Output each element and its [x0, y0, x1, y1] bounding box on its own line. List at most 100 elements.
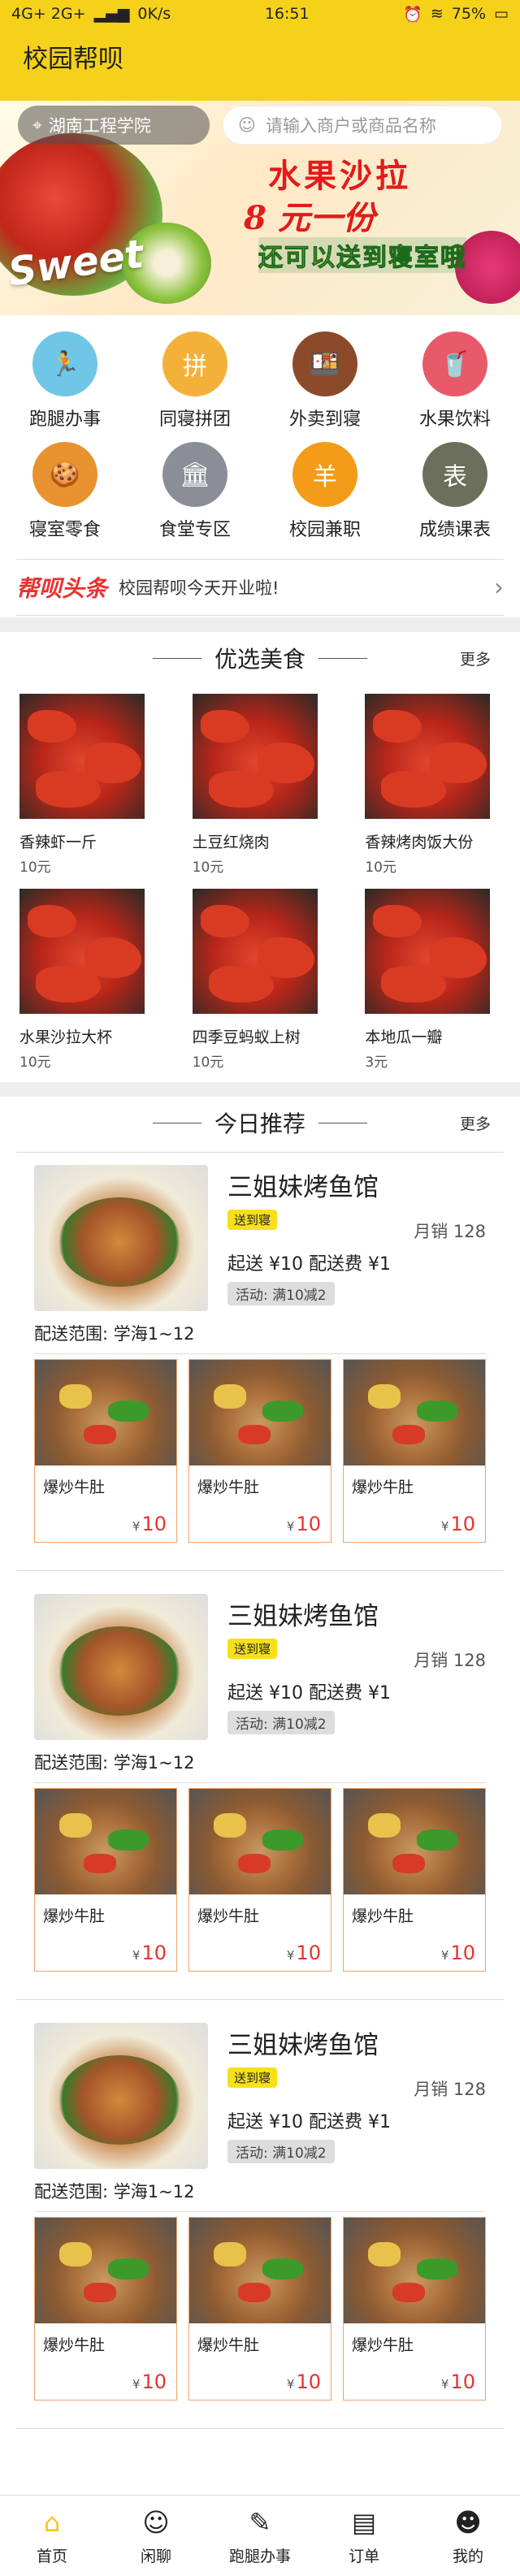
network-indicator: 4G+ 2G+: [11, 5, 86, 23]
currency-symbol: ¥: [440, 2377, 449, 2392]
headline-text: 校园帮呗今天开业啦!: [119, 578, 280, 598]
dish-card[interactable]: 爆炒牛肚 ¥10: [343, 1359, 486, 1543]
category-item[interactable]: 🏛 食堂专区: [130, 442, 260, 552]
drink-icon: 🥤: [422, 331, 488, 396]
monthly-sales: 月销 128: [414, 2080, 486, 2099]
dish-image: [189, 2218, 331, 2323]
dish-image: [35, 2218, 176, 2323]
food-image: [192, 889, 318, 1014]
tab-profile[interactable]: ☻ 我的: [416, 2496, 520, 2576]
category-item[interactable]: 表 成绩课表: [390, 442, 520, 552]
dish-row: 爆炒牛肚 ¥10 爆炒牛肚 ¥10 爆炒牛肚 ¥10: [0, 1354, 520, 1543]
promo-badge: 活动: 满10减2: [228, 2140, 335, 2163]
home-icon: ⌂: [43, 2507, 61, 2538]
dish-card[interactable]: 爆炒牛肚 ¥10: [34, 2217, 177, 2401]
recommend-more-link[interactable]: 更多: [460, 1112, 491, 1134]
battery-level: 75%: [451, 5, 487, 23]
dish-card[interactable]: 爆炒牛肚 ¥10: [188, 1788, 332, 1972]
category-item[interactable]: 羊 校园兼职: [260, 442, 390, 552]
featured-title: 优选美食: [214, 646, 306, 673]
tab-chat[interactable]: ☺ 闲聊: [104, 2496, 208, 2576]
title-line-right: [318, 657, 367, 659]
category-label: 外卖到寝: [288, 409, 361, 430]
food-name: 香辣烤肉饭大份: [365, 833, 474, 851]
location-selector[interactable]: ⌖ 湖南工程学院: [18, 106, 210, 145]
dish-card[interactable]: 爆炒牛肚 ¥10: [34, 1788, 177, 1972]
dish-price-value: 10: [450, 2370, 475, 2393]
food-card[interactable]: 四季豆蚂蚁上树 10元: [192, 889, 328, 1084]
min-order: 起送 ¥10: [228, 1683, 303, 1704]
dish-price: ¥10: [441, 2370, 475, 2393]
errand-icon: 🏃: [32, 331, 98, 396]
dish-image: [189, 1789, 331, 1894]
dish-card[interactable]: 爆炒牛肚 ¥10: [188, 2217, 332, 2401]
delivery-tag: 送到寝: [228, 1210, 278, 1230]
promo-badge: 活动: 满10减2: [228, 1282, 335, 1305]
dish-image: [35, 1789, 176, 1894]
category-label: 成绩课表: [418, 520, 491, 540]
delivery-tag: 送到寝: [228, 2067, 278, 2088]
tab-errand-pen[interactable]: ✎ 跑腿办事: [208, 2496, 312, 2576]
food-card[interactable]: 香辣虾一斤 10元: [20, 694, 155, 889]
location-pin-icon: ⌖: [32, 115, 42, 135]
category-item[interactable]: 🏃 跑腿办事: [0, 331, 130, 442]
dish-card[interactable]: 爆炒牛肚 ¥10: [34, 1359, 177, 1543]
category-item[interactable]: 🍱 外卖到寝: [260, 331, 390, 442]
wifi-icon: ≋: [430, 5, 444, 23]
food-price: 10元: [192, 1054, 224, 1071]
shop-info: 三姐妹烤鱼馆 送到寝 月销 128 起送 ¥10 配送费 ¥1 活动: 满10减…: [208, 1594, 486, 1740]
group-buy-icon: 拼: [162, 331, 228, 396]
tab-home[interactable]: ⌂ 首页: [0, 2496, 104, 2576]
title-line-left: [152, 657, 202, 659]
food-price: 3元: [365, 1054, 388, 1071]
takeout-icon: 🍱: [292, 331, 358, 396]
currency-symbol: ¥: [132, 2377, 141, 2392]
dish-price: ¥10: [287, 2370, 321, 2393]
dish-card[interactable]: 爆炒牛肚 ¥10: [188, 1359, 332, 1543]
food-name: 土豆红烧肉: [192, 833, 270, 851]
dish-price: ¥10: [132, 1942, 167, 1964]
dish-price: ¥10: [441, 1513, 475, 1535]
category-label: 跑腿办事: [28, 409, 101, 430]
clock: 16:51: [264, 5, 310, 23]
dish-image: [344, 1360, 485, 1466]
dish-name: 爆炒牛肚: [43, 1478, 106, 1496]
category-item[interactable]: 拼 同寝拼团: [130, 331, 260, 442]
dish-image: [344, 1789, 485, 1894]
profile-icon: ☻: [454, 2507, 482, 2538]
tab-order[interactable]: ▤ 订单: [312, 2496, 416, 2576]
delivery-range: 配送范围: 学海1~12: [34, 2182, 195, 2202]
dish-name: 爆炒牛肚: [352, 1478, 414, 1496]
parttime-icon: 羊: [292, 442, 358, 507]
food-name: 本地瓜一瓣: [365, 1028, 443, 1046]
dish-card[interactable]: 爆炒牛肚 ¥10: [343, 2217, 486, 2401]
food-card[interactable]: 土豆红烧肉 10元: [192, 694, 328, 889]
food-card[interactable]: 水果沙拉大杯 10元: [20, 889, 155, 1084]
food-card[interactable]: 本地瓜一瓣 3元: [365, 889, 500, 1084]
tab-label: 首页: [36, 2548, 67, 2565]
category-item[interactable]: 🍪 寝室零食: [0, 442, 130, 552]
monthly-sales: 月销 128: [414, 1651, 486, 1670]
food-card[interactable]: 香辣烤肉饭大份 10元: [365, 694, 500, 889]
currency-symbol: ¥: [286, 2377, 295, 2392]
alarm-icon: ⏰: [403, 5, 422, 24]
featured-more-link[interactable]: 更多: [460, 647, 491, 669]
speed-indicator: 0K/s: [137, 5, 171, 23]
category-item[interactable]: 🥤 水果饮料: [390, 331, 520, 442]
food-image: [365, 694, 491, 819]
dish-card[interactable]: 爆炒牛肚 ¥10: [343, 1788, 486, 1972]
shop-name: 三姐妹烤鱼馆: [228, 1173, 379, 1202]
shop-card[interactable]: 三姐妹烤鱼馆 送到寝 月销 128 起送 ¥10 配送费 ¥1 活动: 满10减…: [0, 2023, 520, 2429]
shop-card[interactable]: 三姐妹烤鱼馆 送到寝 月销 128 起送 ¥10 配送费 ¥1 活动: 满10减…: [0, 1165, 520, 1571]
currency-symbol: ¥: [132, 1519, 141, 1534]
recommend-header: 今日推荐 更多: [0, 1098, 520, 1147]
location-label: 湖南工程学院: [48, 116, 151, 136]
dish-price-value: 10: [296, 2370, 321, 2393]
dish-price: ¥10: [132, 1513, 167, 1535]
food-image: [192, 694, 318, 819]
search-input[interactable]: ☺ 请输入商户或商品名称: [223, 106, 502, 145]
shop-card[interactable]: 三姐妹烤鱼馆 送到寝 月销 128 起送 ¥10 配送费 ¥1 活动: 满10减…: [0, 1594, 520, 2000]
currency-symbol: ¥: [286, 1519, 295, 1534]
news-headline[interactable]: 帮呗头条 校园帮呗今天开业啦! ›: [16, 559, 504, 616]
chevron-right-icon: ›: [494, 573, 504, 602]
